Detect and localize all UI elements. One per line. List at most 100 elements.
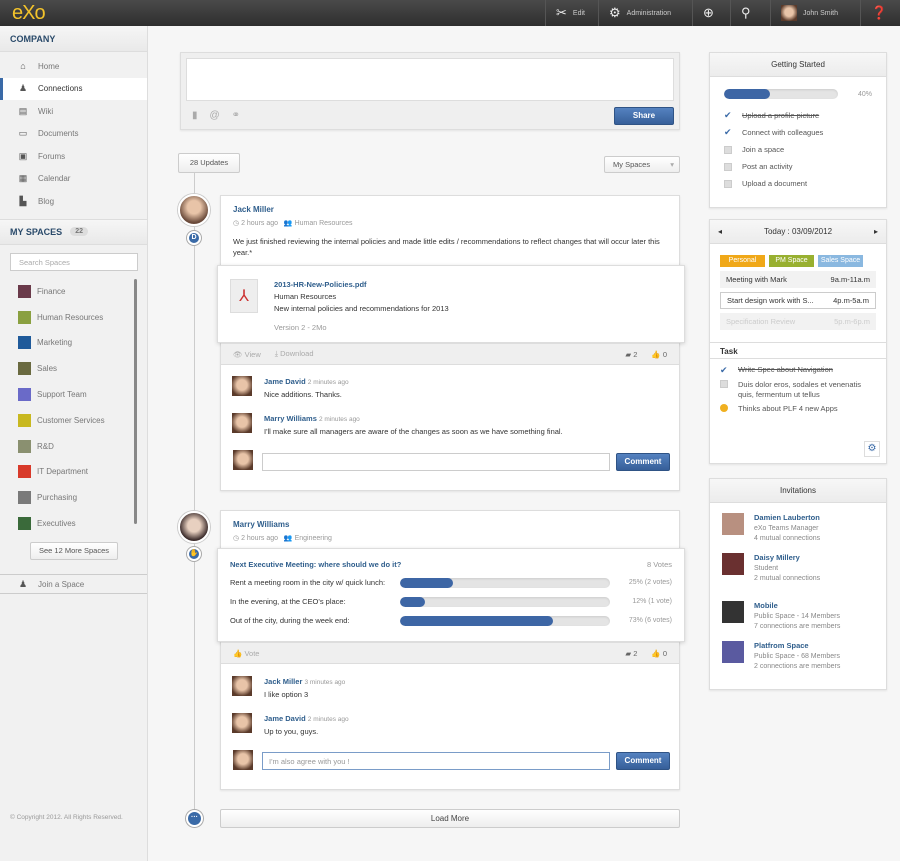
link-icon[interactable]: ⚭ xyxy=(232,110,240,121)
sidebar-item-connections[interactable]: ♟ Connections xyxy=(0,77,147,100)
calendar-date: Today : 03/09/2012 xyxy=(763,227,833,236)
file-name-link[interactable]: 2013-HR-New-Policies.pdf xyxy=(274,279,449,291)
see-more-spaces-button[interactable]: See 12 More Spaces xyxy=(30,542,118,561)
poll-option[interactable]: In the evening, at the CEO's place: 12% (… xyxy=(230,592,672,611)
space-item[interactable]: Purchasing xyxy=(0,485,147,511)
poll-option-fill xyxy=(400,596,426,607)
updates-count-badge[interactable]: 28 Updates xyxy=(178,153,240,173)
mention-icon[interactable]: @ xyxy=(210,110,220,121)
comment-author[interactable]: Jame David xyxy=(264,714,306,723)
task-item[interactable]: Thinks about PLF 4 new Apps xyxy=(710,402,886,417)
checkbox[interactable] xyxy=(720,380,728,388)
poll-option[interactable]: Out of the city, during the week end: 73%… xyxy=(230,611,672,630)
space-item[interactable]: Support Team xyxy=(0,382,147,408)
like-button[interactable]: 👍 0 xyxy=(651,350,667,359)
space-item[interactable]: IT Department xyxy=(0,459,147,485)
invitation-detail: eXo Teams Manager xyxy=(754,524,819,532)
checklist-item[interactable]: Join a space xyxy=(710,141,886,158)
space-item[interactable]: R&D xyxy=(0,433,147,459)
checklist-item[interactable]: ✔ Connect with colleagues xyxy=(710,124,886,141)
checklist-item[interactable]: ✔ Upload a profile picture xyxy=(710,107,886,124)
invitation-name[interactable]: Platfrom Space xyxy=(754,641,840,652)
invitation-name[interactable]: Damien Lauberton xyxy=(754,513,820,524)
like-button[interactable]: 👍 0 xyxy=(651,649,667,658)
next-day-button[interactable]: ▸ xyxy=(874,220,878,243)
comment-author[interactable]: Jame David xyxy=(264,377,306,386)
checkbox[interactable] xyxy=(724,162,732,171)
sidebar-item-forums[interactable]: ▣ Forums xyxy=(0,145,147,168)
user-menu[interactable]: John Smith xyxy=(770,0,848,26)
post-author[interactable]: Jack Miller xyxy=(233,205,667,214)
calendar-tag[interactable]: Sales Space xyxy=(818,255,863,267)
spaces-count-badge: 22 xyxy=(70,227,88,236)
post-space[interactable]: Engineering xyxy=(295,535,332,542)
poll-option[interactable]: Rent a meeting room in the city w/ quick… xyxy=(230,573,672,592)
progress-fill xyxy=(724,89,770,99)
attach-file-icon[interactable]: ▮ xyxy=(192,110,198,121)
download-button[interactable]: ⤓ Download xyxy=(275,349,314,359)
calendar-tag[interactable]: PM Space xyxy=(769,255,814,267)
post-author[interactable]: Marry Williams xyxy=(233,520,667,529)
calendar-icon: ▦ xyxy=(18,173,28,184)
post-author-avatar[interactable] xyxy=(178,511,210,543)
checkbox[interactable] xyxy=(724,179,732,188)
prev-day-button[interactable]: ◂ xyxy=(718,220,722,243)
invitation-name[interactable]: Mobile xyxy=(754,601,840,612)
calendar-event[interactable]: Meeting with Mark 9a.m-11a.m xyxy=(720,271,876,288)
task-item[interactable]: Duis dolor eros, sodales et venenatis qu… xyxy=(710,378,886,402)
post-text: We just finished reviewing the internal … xyxy=(233,237,660,257)
comment-input[interactable] xyxy=(262,453,610,471)
sidebar-item-wiki[interactable]: ▤ Wiki xyxy=(0,100,147,123)
checkbox[interactable] xyxy=(724,145,732,154)
space-item[interactable]: Sales xyxy=(0,356,147,382)
post-space[interactable]: Human Resources xyxy=(295,220,353,227)
space-item[interactable]: Finance xyxy=(0,279,147,305)
comment-count-button[interactable]: ▰ 2 xyxy=(625,350,637,359)
administration-button[interactable]: ⚙ Administration xyxy=(598,0,681,26)
calendar-event[interactable]: Specification Review 5p.m-6p.m xyxy=(720,313,876,330)
sidebar-item-documents[interactable]: ▭ Documents xyxy=(0,123,147,146)
edit-button[interactable]: ✂ Edit xyxy=(545,0,595,26)
sidebar-item-calendar[interactable]: ▦ Calendar xyxy=(0,168,147,191)
checklist-item[interactable]: Upload a document xyxy=(710,175,886,192)
comment-author[interactable]: Marry Williams xyxy=(264,414,317,423)
space-label: Marketing xyxy=(37,338,73,348)
exo-logo[interactable]: eXo xyxy=(12,2,46,25)
space-item[interactable]: Human Resources xyxy=(0,304,147,330)
comment-time: 2 minutes ago xyxy=(318,416,360,423)
search-spaces-input[interactable]: Search Spaces xyxy=(10,252,138,271)
sidebar-item-blog[interactable]: ▙ Blog xyxy=(0,190,147,213)
stream-filter-select[interactable]: My Spaces ▾ xyxy=(604,156,680,173)
vote-button[interactable]: 👍 Vote xyxy=(233,649,259,658)
join-space-link[interactable]: ♟ Join a Space xyxy=(0,574,147,595)
settings-gear-icon[interactable]: ⚙ xyxy=(864,441,880,457)
calendar-event[interactable]: Start design work with S... 4p.m-5a.m xyxy=(720,292,876,309)
add-button[interactable]: ⊕ xyxy=(692,0,724,26)
composer-input[interactable] xyxy=(186,58,674,101)
comment-input[interactable]: I'm also agree with you ! xyxy=(262,752,610,770)
help-button[interactable]: ❓ xyxy=(860,0,897,26)
comment-text: I'll make sure all managers are aware of… xyxy=(264,427,563,436)
comment-author[interactable]: Jack Miller xyxy=(264,677,302,686)
space-item[interactable]: Customer Services xyxy=(0,407,147,433)
comment-count-button[interactable]: ▰ 2 xyxy=(625,649,637,658)
poll-option-result: 12% (1 vote) xyxy=(632,598,672,605)
task-item[interactable]: ✔ Write Spec about Navigation xyxy=(710,363,886,378)
invitation-name[interactable]: Daisy Millery xyxy=(754,553,820,564)
load-more-button[interactable]: Load More xyxy=(220,809,680,828)
space-item[interactable]: Executives xyxy=(0,511,147,537)
sidebar-item-home[interactable]: ⌂ Home xyxy=(0,55,147,78)
space-item[interactable]: Marketing xyxy=(0,330,147,356)
post-author-avatar[interactable] xyxy=(178,194,210,226)
space-thumbnail-icon xyxy=(18,491,31,505)
comment-text: Up to you, guys. xyxy=(264,727,319,736)
share-button[interactable]: Share xyxy=(614,107,674,125)
search-button[interactable]: ⚲ xyxy=(730,0,761,26)
spaces-scrollbar[interactable] xyxy=(134,278,137,524)
view-button[interactable]: 👁 View xyxy=(233,350,261,359)
calendar-tag[interactable]: Personal xyxy=(720,255,765,267)
file-attachment: ⅄ 2013-HR-New-Policies.pdf Human Resourc… xyxy=(217,265,685,343)
comment-button[interactable]: Comment xyxy=(616,453,670,471)
checklist-item[interactable]: Post an activity xyxy=(710,158,886,175)
comment-button[interactable]: Comment xyxy=(616,752,670,770)
